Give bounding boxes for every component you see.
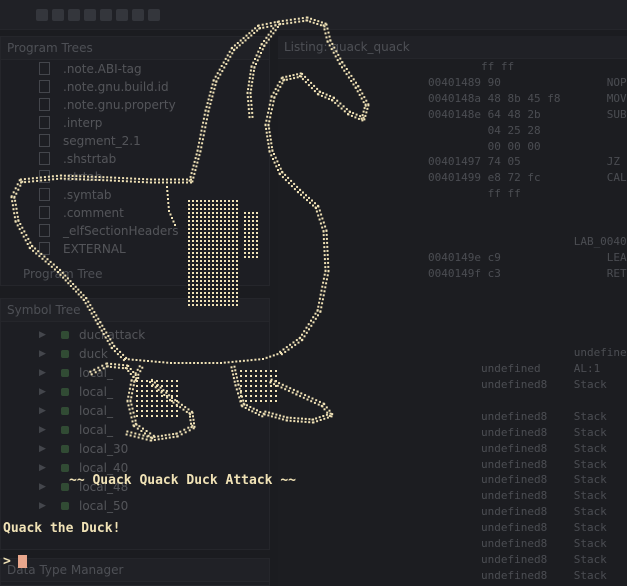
duck-dots (10, 16, 370, 442)
duck-ascii-art (10, 16, 370, 442)
terminal-overlay: ~~ Quack Quack Duck Attack ~~ Quack the … (0, 0, 627, 586)
text-cursor[interactable] (18, 555, 27, 568)
input-prompt: > (3, 554, 11, 569)
banner-text: ~~ Quack Quack Duck Attack ~~ (69, 473, 296, 488)
terminal-message: Quack the Duck! (3, 521, 121, 536)
